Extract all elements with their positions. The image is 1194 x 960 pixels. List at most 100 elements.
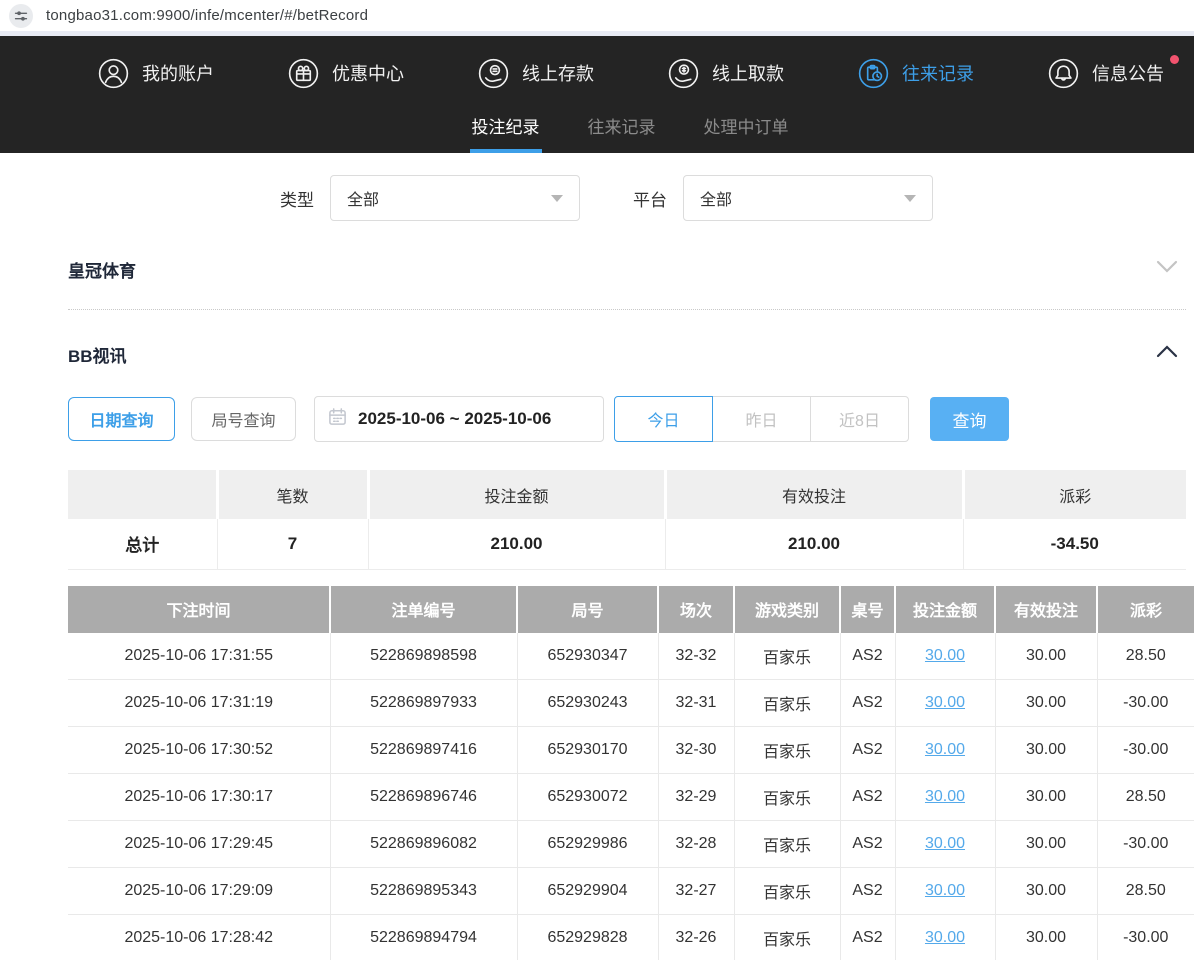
bet-amount-link[interactable]: 30.00	[925, 694, 965, 711]
gift-icon	[288, 58, 319, 89]
cell-game-type: 百家乐	[734, 633, 840, 680]
nav-item-my-account[interactable]: 我的账户	[98, 58, 214, 89]
cell-game-type: 百家乐	[734, 727, 840, 774]
nav-item-online-withdrawal[interactable]: 线上取款	[668, 58, 784, 89]
nav-item-promotions[interactable]: 优惠中心	[288, 58, 404, 89]
bet-amount-link[interactable]: 30.00	[925, 835, 965, 852]
cell-game-type: 百家乐	[734, 680, 840, 727]
section-crown-sports[interactable]: 皇冠体育	[0, 251, 1194, 287]
url-text: tongbao31.com:9900/infe/mcenter/#/betRec…	[46, 7, 368, 24]
notification-dot	[1170, 55, 1179, 64]
summary-header-payout: 派彩	[963, 470, 1186, 519]
search-button[interactable]: 查询	[930, 397, 1009, 441]
section-title-bb-video: BB视讯	[68, 342, 127, 367]
tab-processing-orders[interactable]: 处理中订单	[702, 102, 791, 153]
summary-table: 笔数 投注金额 有效投注 派彩 总计 7 210.00 210.00 -34.5…	[68, 470, 1186, 570]
cell-valid-bet: 30.00	[995, 821, 1097, 868]
deposit-icon	[478, 58, 509, 89]
table-row: 2025-10-06 17:28:42 522869894794 6529298…	[68, 915, 1194, 960]
cell-time: 2025-10-06 17:29:09	[68, 868, 330, 915]
table-row: 2025-10-06 17:30:52 522869897416 6529301…	[68, 727, 1194, 774]
bet-amount-link[interactable]: 30.00	[925, 882, 965, 899]
cell-table-no: AS2	[840, 774, 895, 821]
summary-payout: -34.50	[963, 519, 1186, 569]
platform-filter-group: 平台 全部	[633, 175, 933, 221]
cell-bet-id: 522869896746	[330, 774, 517, 821]
date-range-input[interactable]: 2025-10-06 ~ 2025-10-06	[314, 396, 604, 442]
cell-round-id: 652930072	[517, 774, 658, 821]
cell-table-no: AS2	[840, 868, 895, 915]
nav-label: 优惠中心	[332, 60, 404, 86]
table-row: 2025-10-06 17:31:55 522869898598 6529303…	[68, 633, 1194, 680]
records-icon	[858, 58, 889, 89]
section-bb-video[interactable]: BB视讯	[0, 336, 1194, 372]
type-select-value: 全部	[347, 186, 379, 210]
cell-valid-bet: 30.00	[995, 727, 1097, 774]
cell-bet-id: 522869898598	[330, 633, 517, 680]
yesterday-button[interactable]: 昨日	[712, 396, 811, 442]
cell-bet-amount: 30.00	[895, 915, 995, 960]
summary-count: 7	[217, 519, 368, 569]
calendar-icon	[328, 407, 347, 431]
cell-payout: 28.50	[1097, 633, 1194, 680]
cell-game-type: 百家乐	[734, 915, 840, 960]
platform-filter-label: 平台	[633, 186, 667, 211]
date-range-value: 2025-10-06 ~ 2025-10-06	[358, 409, 551, 429]
round-query-button[interactable]: 局号查询	[191, 397, 296, 441]
cell-table-no: AS2	[840, 915, 895, 960]
nav-label: 线上取款	[712, 60, 784, 86]
nav-item-transaction-records[interactable]: 往来记录	[858, 58, 974, 89]
person-icon	[98, 58, 129, 89]
chevron-up-icon[interactable]	[1156, 345, 1178, 363]
nav-item-online-deposit[interactable]: 线上存款	[478, 58, 594, 89]
bet-amount-link[interactable]: 30.00	[925, 788, 965, 805]
date-query-button[interactable]: 日期查询	[68, 397, 175, 441]
bet-records-table: 下注时间 注单编号 局号 场次 游戏类别 桌号 投注金额 有效投注 派彩 202…	[68, 586, 1194, 960]
chevron-down-icon	[904, 195, 916, 202]
nav-label: 信息公告	[1092, 60, 1164, 86]
quick-date-button-group: 今日 昨日 近8日	[614, 396, 909, 442]
header-table-no: 桌号	[840, 586, 895, 633]
chevron-down-icon[interactable]	[1156, 260, 1178, 278]
cell-time: 2025-10-06 17:30:52	[68, 727, 330, 774]
header-session: 场次	[658, 586, 734, 633]
cell-round-id: 652929828	[517, 915, 658, 960]
platform-select[interactable]: 全部	[683, 175, 933, 221]
cell-session: 32-31	[658, 680, 734, 727]
cell-round-id: 652930243	[517, 680, 658, 727]
header-bet-amount: 投注金额	[895, 586, 995, 633]
cell-game-type: 百家乐	[734, 821, 840, 868]
bet-amount-link[interactable]: 30.00	[925, 741, 965, 758]
cell-table-no: AS2	[840, 727, 895, 774]
today-button[interactable]: 今日	[614, 396, 713, 442]
summary-total-label: 总计	[68, 519, 217, 569]
type-select[interactable]: 全部	[330, 175, 580, 221]
cell-time: 2025-10-06 17:29:45	[68, 821, 330, 868]
cell-valid-bet: 30.00	[995, 868, 1097, 915]
summary-header-bet-amount: 投注金额	[368, 470, 665, 519]
cell-table-no: AS2	[840, 680, 895, 727]
bet-amount-link[interactable]: 30.00	[925, 647, 965, 664]
tab-transaction-records[interactable]: 往来记录	[586, 102, 658, 153]
summary-header-valid-bet: 有效投注	[665, 470, 963, 519]
site-settings-icon[interactable]	[9, 4, 33, 28]
cell-session: 32-30	[658, 727, 734, 774]
cell-bet-id: 522869894794	[330, 915, 517, 960]
cell-session: 32-32	[658, 633, 734, 680]
tab-bet-records[interactable]: 投注纪录	[470, 102, 542, 153]
bet-amount-link[interactable]: 30.00	[925, 929, 965, 946]
cell-time: 2025-10-06 17:31:19	[68, 680, 330, 727]
summary-header-blank	[68, 470, 217, 519]
summary-bet-amount: 210.00	[368, 519, 665, 569]
cell-time: 2025-10-06 17:31:55	[68, 633, 330, 680]
bell-icon	[1048, 58, 1079, 89]
cell-bet-id: 522869896082	[330, 821, 517, 868]
cell-time: 2025-10-06 17:30:17	[68, 774, 330, 821]
browser-address-bar[interactable]: tongbao31.com:9900/infe/mcenter/#/betRec…	[0, 0, 1194, 31]
summary-total-row: 总计 7 210.00 210.00 -34.50	[68, 519, 1186, 569]
cell-round-id: 652930347	[517, 633, 658, 680]
last-8-days-button[interactable]: 近8日	[810, 396, 909, 442]
cell-session: 32-28	[658, 821, 734, 868]
nav-item-announcements[interactable]: 信息公告	[1048, 58, 1164, 89]
cell-valid-bet: 30.00	[995, 633, 1097, 680]
